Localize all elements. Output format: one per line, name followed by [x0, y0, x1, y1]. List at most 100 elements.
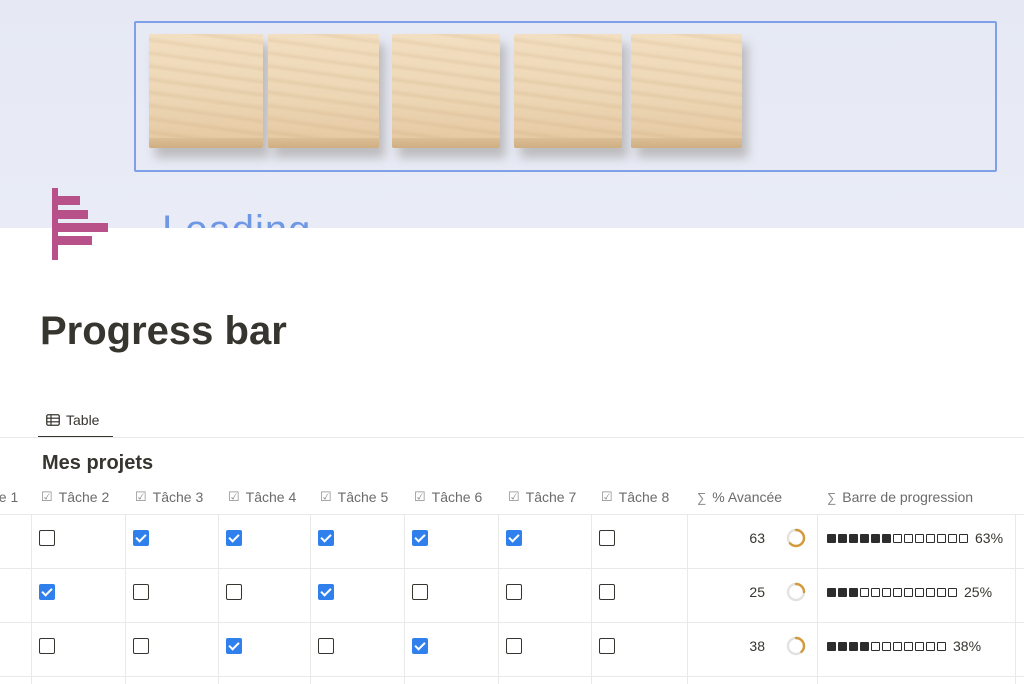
checkbox-unchecked[interactable]	[506, 584, 522, 600]
progress-segment-filled	[838, 533, 847, 543]
progress-segment-empty	[937, 641, 946, 651]
progress-segment-empty	[893, 587, 902, 597]
cover-loading-frame	[134, 21, 997, 172]
progress-bar: 63%	[827, 530, 1003, 546]
progress-segment-empty	[937, 533, 946, 543]
progress-segment-empty	[948, 533, 957, 543]
column-header[interactable]: ☑Tâche 1	[0, 480, 18, 514]
progress-segment-empty	[893, 533, 902, 543]
progress-ring-icon	[786, 582, 806, 602]
checkbox-unchecked[interactable]	[599, 638, 615, 654]
checkbox-checked[interactable]	[226, 530, 242, 546]
checkbox-unchecked[interactable]	[506, 638, 522, 654]
progress-segment-empty	[926, 641, 935, 651]
tab-label: Table	[66, 412, 100, 428]
checkbox-checked[interactable]	[226, 638, 242, 654]
column-divider	[125, 514, 126, 684]
page-cover[interactable]: Loading	[0, 0, 1024, 228]
tab-divider	[0, 437, 1024, 438]
column-divider	[31, 514, 32, 684]
progress-segment-empty	[959, 533, 968, 543]
column-header[interactable]: ☑ Tâche 7	[498, 480, 576, 514]
progress-segment-filled	[849, 533, 858, 543]
checkbox-unchecked[interactable]	[133, 638, 149, 654]
progress-segment-filled	[860, 533, 869, 543]
column-divider	[591, 514, 592, 684]
progress-segment-empty	[926, 533, 935, 543]
row-divider	[0, 676, 1024, 677]
checkbox-prop-icon: ☑	[320, 489, 332, 504]
column-header[interactable]: ☑ Tâche 5	[310, 480, 388, 514]
database-table: ☑Tâche 1☑Tâche 2☑Tâche 3☑Tâche 4☑Tâche 5…	[0, 480, 1024, 684]
progress-segment-empty	[904, 587, 913, 597]
sigma-icon: ∑	[697, 489, 707, 505]
progress-segment-empty	[871, 587, 880, 597]
column-header[interactable]: ☑ Tâche 6	[404, 480, 482, 514]
checkbox-checked[interactable]	[318, 530, 334, 546]
page-title[interactable]: Progress bar	[40, 308, 287, 354]
progress-segment-empty	[904, 533, 913, 543]
column-header[interactable]: ∑ % Avancée	[687, 480, 782, 514]
checkbox-unchecked[interactable]	[133, 584, 149, 600]
row-divider	[0, 622, 1024, 623]
progress-ring-icon	[786, 636, 806, 656]
column-header-label: Tâche 3	[152, 489, 204, 505]
checkbox-unchecked[interactable]	[318, 638, 334, 654]
column-header-label: Tâche 8	[618, 489, 670, 505]
checkbox-unchecked[interactable]	[39, 638, 55, 654]
progress-segment-filled	[860, 641, 869, 651]
column-header-label: Tâche 4	[245, 489, 297, 505]
column-header[interactable]: ☑ Tâche 4	[218, 480, 296, 514]
checkbox-unchecked[interactable]	[599, 530, 615, 546]
column-header[interactable]: ☑ Tâche 3	[125, 480, 203, 514]
checkbox-prop-icon: ☑	[228, 489, 240, 504]
checkbox-checked[interactable]	[39, 584, 55, 600]
sigma-icon: ∑	[827, 489, 837, 505]
progress-segment-empty	[871, 641, 880, 651]
progress-bar: 38%	[827, 638, 981, 654]
checkbox-checked[interactable]	[412, 638, 428, 654]
progress-segment-empty	[882, 587, 891, 597]
progress-segment-filled	[827, 641, 836, 651]
avancee-value: 38	[749, 638, 765, 654]
progress-segment-filled	[871, 533, 880, 543]
column-header-label: Barre de progression	[842, 489, 974, 505]
checkbox-unchecked[interactable]	[412, 584, 428, 600]
checkbox-unchecked[interactable]	[599, 584, 615, 600]
progress-segment-empty	[882, 641, 891, 651]
tab-table[interactable]: Table	[38, 404, 113, 438]
progress-segment-empty	[915, 587, 924, 597]
progress-segment-empty	[948, 587, 957, 597]
column-header-label: Tâche 5	[337, 489, 389, 505]
checkbox-checked[interactable]	[412, 530, 428, 546]
checkbox-prop-icon: ☑	[414, 489, 426, 504]
table-icon	[46, 414, 60, 426]
database-title[interactable]: Mes projets	[42, 452, 153, 475]
column-divider	[687, 514, 688, 684]
bar-chart-icon[interactable]	[52, 188, 110, 260]
cover-overlay-text: Loading	[162, 208, 311, 228]
column-header-label: Tâche 1	[0, 489, 19, 505]
column-divider	[218, 514, 219, 684]
column-header[interactable]: ∑ Barre de progression	[817, 480, 973, 514]
progress-segment-filled	[849, 587, 858, 597]
checkbox-prop-icon: ☑	[508, 489, 520, 504]
checkbox-unchecked[interactable]	[39, 530, 55, 546]
avancee-value: 25	[749, 584, 765, 600]
progress-segment-filled	[827, 587, 836, 597]
progress-segment-empty	[937, 587, 946, 597]
column-divider	[310, 514, 311, 684]
checkbox-unchecked[interactable]	[226, 584, 242, 600]
progress-segment-filled	[849, 641, 858, 651]
checkbox-checked[interactable]	[133, 530, 149, 546]
progress-segment-empty	[915, 641, 924, 651]
column-header[interactable]: ☑ Tâche 2	[31, 480, 109, 514]
progress-segment-filled	[882, 533, 891, 543]
progress-percent: 38%	[953, 638, 982, 654]
checkbox-checked[interactable]	[506, 530, 522, 546]
checkbox-prop-icon: ☑	[601, 489, 613, 504]
checkbox-checked[interactable]	[318, 584, 334, 600]
column-header[interactable]: ☑ Tâche 8	[591, 480, 669, 514]
progress-segment-filled	[838, 641, 847, 651]
column-divider	[817, 514, 818, 684]
